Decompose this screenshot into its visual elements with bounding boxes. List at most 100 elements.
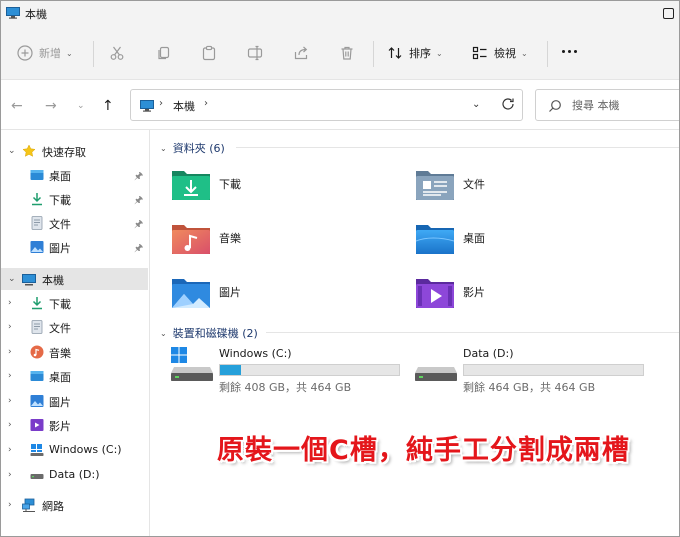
rename-button[interactable] bbox=[247, 43, 263, 63]
documents-icon bbox=[31, 216, 43, 230]
folder-videos[interactable]: 影片 bbox=[414, 275, 654, 319]
drive-icon bbox=[415, 367, 457, 381]
drives-group-label: 裝置和磁碟機 (2) bbox=[172, 327, 258, 340]
breadcrumb-chevron-icon[interactable]: › bbox=[159, 98, 163, 109]
sidebar-item-label: 網路 bbox=[42, 500, 64, 513]
sidebar-item-label: 本機 bbox=[42, 274, 64, 287]
sort-button[interactable]: 排序 ⌄ bbox=[387, 43, 443, 63]
sidebar-item-pc-music[interactable]: › 音樂 bbox=[1, 341, 148, 363]
download-icon bbox=[32, 297, 42, 310]
address-bar[interactable]: › 本機 › ⌄ bbox=[130, 89, 523, 121]
view-button[interactable]: 檢視 ⌄ bbox=[472, 43, 528, 63]
videos-folder-icon bbox=[416, 279, 454, 308]
search-icon bbox=[549, 100, 561, 112]
address-dropdown-icon[interactable]: ⌄ bbox=[472, 99, 480, 110]
chevron-down-icon: ⌄ bbox=[521, 48, 528, 58]
copy-icon bbox=[158, 46, 170, 60]
chevron-right-icon[interactable]: › bbox=[8, 445, 12, 455]
folder-documents[interactable]: 文件 bbox=[414, 167, 654, 211]
sidebar-item-pc-pictures[interactable]: › 圖片 bbox=[1, 390, 148, 412]
title-bar: 本機 bbox=[1, 1, 679, 27]
pin-icon[interactable]: 🖈 bbox=[134, 241, 143, 258]
chevron-down-icon[interactable]: ⌄ bbox=[8, 146, 16, 156]
trash-icon bbox=[341, 46, 353, 60]
chevron-right-icon[interactable]: › bbox=[8, 420, 12, 430]
folder-name: 文件 bbox=[463, 178, 485, 191]
cut-button[interactable] bbox=[109, 43, 125, 63]
folder-music[interactable]: 音樂 bbox=[170, 221, 410, 265]
sidebar-item-label: 影片 bbox=[49, 420, 71, 433]
more-options-button[interactable] bbox=[562, 50, 577, 53]
paste-button[interactable] bbox=[201, 43, 217, 63]
view-icon bbox=[472, 46, 487, 60]
navigation-pane: ⌄ 快速存取 桌面 🖈 下載 🖈 文件 🖈 圖片 🖈 ⌄ 本機 › 下載 › 文… bbox=[1, 130, 149, 536]
sidebar-item-label: 快速存取 bbox=[42, 146, 86, 159]
breadcrumb-this-pc[interactable]: 本機 bbox=[173, 98, 195, 114]
refresh-icon[interactable] bbox=[500, 96, 516, 112]
sidebar-item-pc-desktop[interactable]: › 桌面 bbox=[1, 365, 148, 387]
search-input[interactable] bbox=[572, 97, 672, 113]
folders-group-header[interactable]: ⌄ 資料夾 (6) bbox=[160, 140, 225, 156]
share-icon bbox=[294, 46, 308, 60]
share-button[interactable] bbox=[293, 43, 309, 63]
desktop-icon bbox=[30, 170, 44, 180]
new-button[interactable]: 新增 ⌄ bbox=[17, 43, 73, 63]
sidebar-item-label: 桌面 bbox=[49, 170, 71, 183]
delete-button[interactable] bbox=[339, 43, 355, 63]
folder-desktop[interactable]: 桌面 bbox=[414, 221, 654, 265]
drives-group-header[interactable]: ⌄ 裝置和磁碟機 (2) bbox=[160, 325, 258, 341]
videos-icon bbox=[30, 419, 44, 431]
sidebar-item-this-pc[interactable]: ⌄ 本機 bbox=[1, 268, 148, 290]
up-arrow-icon[interactable]: ↑ bbox=[102, 98, 114, 114]
drive-d-tile[interactable]: Data (D:) 剩餘 464 GB，共 464 GB bbox=[415, 347, 655, 397]
breadcrumb-chevron-icon[interactable]: › bbox=[204, 98, 208, 109]
sidebar-item-pc-documents[interactable]: › 文件 bbox=[1, 316, 148, 338]
recent-locations-chevron-icon[interactable]: ⌄ bbox=[77, 101, 85, 111]
folder-name: 圖片 bbox=[219, 286, 241, 299]
copy-button[interactable] bbox=[156, 43, 172, 63]
chevron-right-icon[interactable]: › bbox=[8, 347, 12, 357]
drive-name: Windows (C:) bbox=[219, 347, 292, 360]
sidebar-item-pc-downloads[interactable]: › 下載 bbox=[1, 292, 148, 314]
sidebar-item-label: 桌面 bbox=[49, 371, 71, 384]
music-folder-icon bbox=[172, 225, 210, 254]
documents-folder-icon bbox=[416, 171, 454, 200]
chevron-right-icon[interactable]: › bbox=[8, 470, 12, 480]
chevron-down-icon[interactable]: ⌄ bbox=[160, 144, 167, 153]
chevron-down-icon[interactable]: ⌄ bbox=[8, 274, 16, 284]
pin-icon[interactable]: 🖈 bbox=[134, 193, 143, 210]
sidebar-item-network[interactable]: › 網路 bbox=[1, 494, 148, 516]
chevron-down-icon[interactable]: ⌄ bbox=[160, 329, 167, 338]
scissors-icon bbox=[110, 46, 124, 60]
sidebar-item-desktop[interactable]: 桌面 🖈 bbox=[1, 164, 148, 186]
maximize-button[interactable] bbox=[663, 8, 674, 19]
chevron-right-icon[interactable]: › bbox=[8, 500, 12, 510]
drive-c-tile[interactable]: Windows (C:) 剩餘 408 GB，共 464 GB bbox=[171, 347, 411, 397]
sidebar-item-drive-d[interactable]: › Data (D:) bbox=[1, 464, 148, 486]
chevron-right-icon[interactable]: › bbox=[8, 298, 12, 308]
folder-downloads[interactable]: 下載 bbox=[170, 167, 410, 211]
chevron-right-icon[interactable]: › bbox=[8, 396, 12, 406]
pictures-folder-icon bbox=[172, 279, 210, 308]
pin-icon[interactable]: 🖈 bbox=[134, 217, 143, 234]
sidebar-item-downloads[interactable]: 下載 🖈 bbox=[1, 188, 148, 210]
paste-icon bbox=[202, 45, 216, 61]
desktop-icon bbox=[30, 371, 44, 381]
music-icon bbox=[30, 345, 44, 359]
chevron-right-icon[interactable]: › bbox=[8, 371, 12, 381]
sidebar-item-documents[interactable]: 文件 🖈 bbox=[1, 212, 148, 234]
pin-icon[interactable]: 🖈 bbox=[134, 169, 143, 186]
chevron-right-icon[interactable]: › bbox=[8, 322, 12, 332]
sidebar-item-quick-access[interactable]: ⌄ 快速存取 bbox=[1, 140, 148, 162]
sidebar-item-drive-c[interactable]: › Windows (C:) bbox=[1, 439, 148, 461]
download-folder-icon bbox=[172, 171, 210, 200]
back-arrow-icon[interactable]: ← bbox=[11, 98, 23, 114]
sidebar-item-pictures[interactable]: 圖片 🖈 bbox=[1, 236, 148, 258]
drive-name: Data (D:) bbox=[463, 347, 514, 360]
pictures-icon bbox=[30, 395, 44, 407]
sidebar-item-pc-videos[interactable]: › 影片 bbox=[1, 414, 148, 436]
forward-arrow-icon[interactable]: → bbox=[45, 98, 57, 114]
desktop-folder-icon bbox=[415, 225, 455, 254]
folder-pictures[interactable]: 圖片 bbox=[170, 275, 410, 319]
search-box[interactable] bbox=[535, 89, 679, 121]
